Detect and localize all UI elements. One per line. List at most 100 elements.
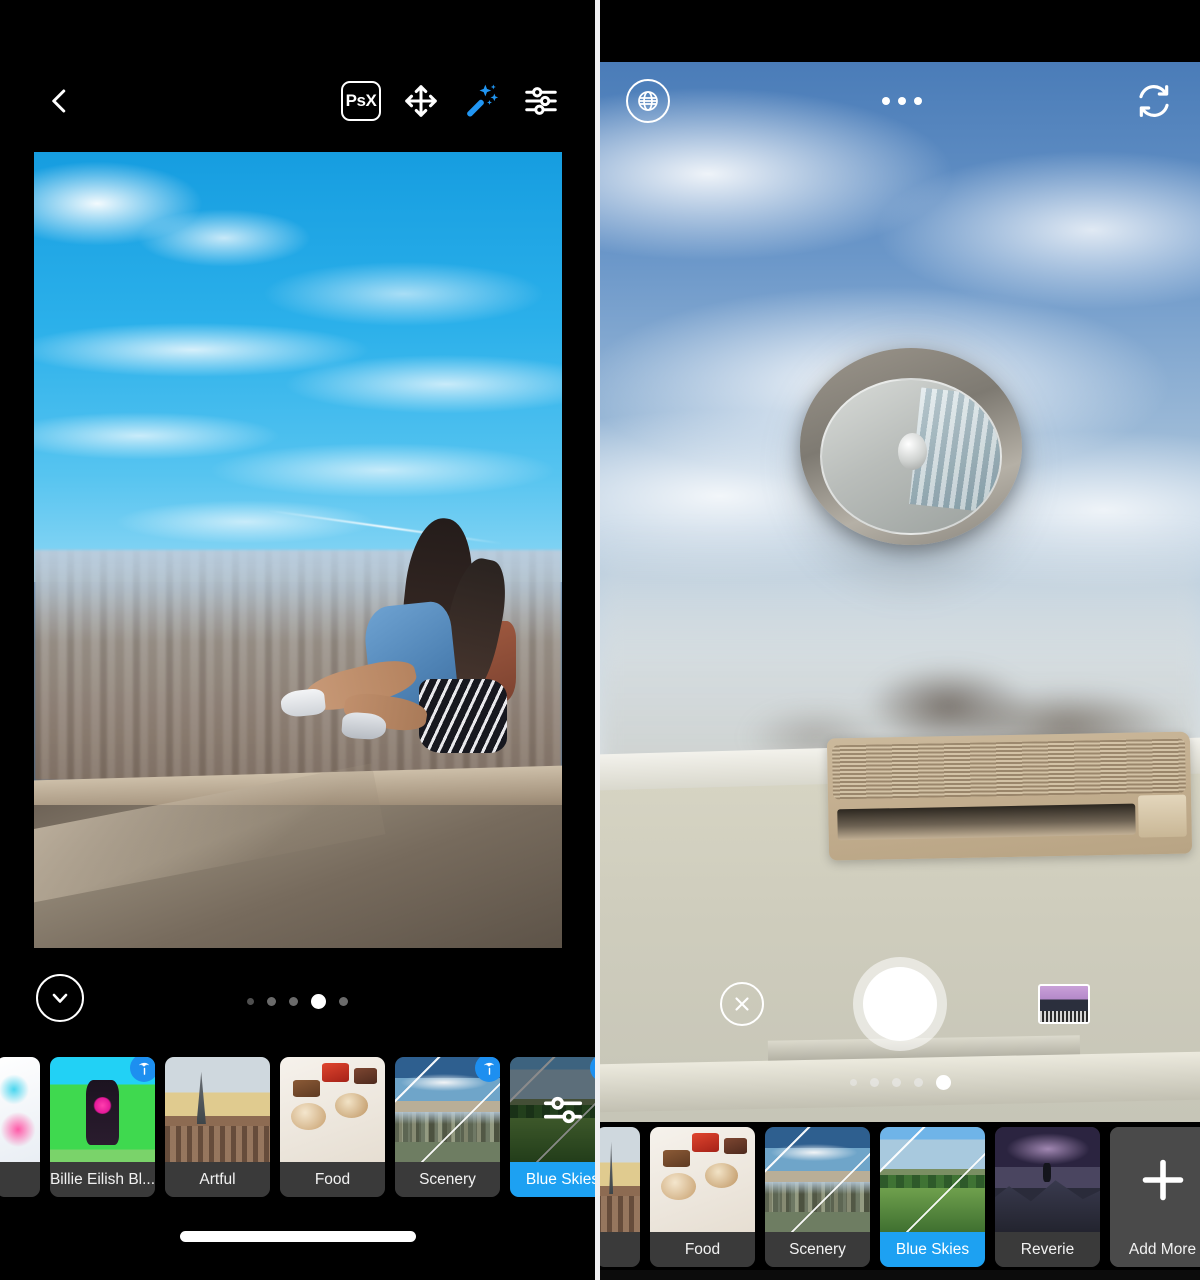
lens-thumb-scenery[interactable]: Scenery [395, 1057, 500, 1197]
home-indicator-area [0, 1200, 595, 1272]
psx-badge-button[interactable]: PsX [333, 73, 389, 129]
lens-label: Artful [165, 1162, 270, 1197]
lens-thumb-artful[interactable]: Artful [165, 1057, 270, 1197]
screenshot-stage: PsX Billie Eilish Bl... Artful Food Scen… [0, 0, 1200, 1280]
sky-swap-badge [475, 1057, 500, 1082]
dot [898, 97, 906, 105]
fixture-knob [898, 432, 927, 471]
lens-thumb-blue-skies[interactable]: Blue Skies [510, 1057, 595, 1197]
lens-thumb-add-more[interactable]: Add More [1110, 1127, 1200, 1267]
close-button[interactable] [720, 982, 764, 1026]
home-indicator[interactable] [179, 1230, 416, 1242]
camera-topbar [600, 62, 1200, 140]
lens-art [280, 1057, 385, 1162]
lens-label: Scenery [765, 1232, 870, 1267]
camera-controls [600, 956, 1200, 1052]
striped-skirt [419, 678, 507, 754]
shutter-button[interactable] [853, 957, 947, 1051]
home-indicator-area [600, 1270, 1200, 1280]
pager-dot[interactable] [869, 1078, 879, 1087]
psx-label: PsX [345, 91, 377, 110]
lens-thumb-reverie[interactable]: Reverie [995, 1127, 1100, 1267]
gallery-button[interactable] [1038, 984, 1090, 1024]
ac-display-panel [1138, 795, 1187, 838]
before-after-split [765, 1127, 870, 1232]
lens-art [1110, 1127, 1200, 1232]
back-button[interactable] [32, 73, 88, 129]
adjust-button[interactable] [513, 73, 569, 129]
ceiling-light-fixture [769, 316, 1054, 613]
sliders-icon [525, 87, 557, 115]
pager-dot[interactable] [913, 1078, 923, 1087]
magic-wand-button[interactable] [453, 73, 509, 129]
flip-camera-button[interactable] [1134, 81, 1174, 121]
pager-dot[interactable] [289, 997, 298, 1006]
lens-art [650, 1127, 755, 1232]
close-icon [735, 997, 749, 1011]
pager-dot[interactable] [849, 1079, 857, 1086]
lens-label: Food [650, 1232, 755, 1267]
transform-button[interactable] [393, 73, 449, 129]
ac-air-vent [837, 803, 1136, 841]
lens-filmstrip[interactable]: Food Scenery Blue Skies Reverie Add More [600, 1122, 1200, 1270]
palm-tree-icon [483, 1062, 494, 1075]
air-conditioner-unit [826, 731, 1193, 861]
lens-label: Scenery [395, 1162, 500, 1197]
edited-photo[interactable] [33, 152, 562, 948]
lens-label: Add More [1110, 1232, 1200, 1267]
pager-dot[interactable] [267, 997, 276, 1006]
lens-label [600, 1232, 640, 1267]
lens-thumb-scenery[interactable]: Scenery [765, 1127, 870, 1267]
psx-icon: PsX [341, 81, 381, 121]
editor-toolbar: PsX [0, 62, 595, 140]
more-options-button[interactable] [882, 97, 922, 105]
sky-swap-badge [130, 1057, 155, 1082]
palm-tree-icon [138, 1062, 149, 1075]
move-arrows-icon [405, 85, 437, 117]
lens-label: Food [280, 1162, 385, 1197]
left-phone-panel: PsX Billie Eilish Bl... Artful Food Scen… [0, 0, 595, 1280]
lens-label: Reverie [995, 1232, 1100, 1267]
pager-dot[interactable] [247, 998, 254, 1005]
lens-label [0, 1162, 40, 1197]
magic-wand-icon [467, 84, 499, 117]
ac-intake-grille [832, 739, 1186, 800]
editor-canvas[interactable] [0, 140, 595, 960]
lens-thumb-food[interactable]: Food [280, 1057, 385, 1197]
stone-ledge-face [33, 804, 562, 948]
globe-icon [638, 91, 658, 111]
lens-art [600, 1127, 640, 1232]
lens-thumb-partial[interactable] [600, 1127, 640, 1267]
lens-art [880, 1127, 985, 1232]
lens-adjust-overlay[interactable] [510, 1057, 595, 1162]
pager-dot[interactable] [891, 1078, 901, 1087]
dot [882, 97, 890, 105]
lens-thumb-partial[interactable] [0, 1057, 40, 1197]
lens-art [765, 1127, 870, 1232]
editor-footer [0, 960, 595, 1052]
right-phone-panel: Food Scenery Blue Skies Reverie Add More [600, 0, 1200, 1280]
pager-dot-active[interactable] [935, 1075, 951, 1090]
lens-thumb-food[interactable]: Food [650, 1127, 755, 1267]
sliders-icon [543, 1096, 582, 1123]
pager-dot[interactable] [339, 997, 348, 1006]
discover-button[interactable] [626, 79, 670, 123]
lens-thumb-billie[interactable]: Billie Eilish Bl... [50, 1057, 155, 1197]
lens-label: Billie Eilish Bl... [50, 1162, 155, 1197]
shutter-inner [863, 967, 937, 1041]
lens-art [0, 1057, 40, 1162]
sneaker-back [340, 711, 387, 741]
before-after-split [880, 1127, 985, 1232]
lens-thumb-blue-skies[interactable]: Blue Skies [880, 1127, 985, 1267]
lens-label: Blue Skies [880, 1232, 985, 1267]
seated-person [271, 515, 517, 805]
status-bar [600, 0, 1200, 62]
lens-pager[interactable] [600, 1075, 1200, 1090]
dot [914, 97, 922, 105]
pager-dot-active[interactable] [311, 994, 326, 1009]
lens-label: Blue Skies [510, 1162, 595, 1197]
camera-viewfinder[interactable] [600, 62, 1200, 1122]
plus-icon [1142, 1159, 1183, 1200]
lens-filmstrip[interactable]: Billie Eilish Bl... Artful Food Scenery … [0, 1052, 595, 1200]
lens-pager[interactable] [0, 994, 595, 1009]
